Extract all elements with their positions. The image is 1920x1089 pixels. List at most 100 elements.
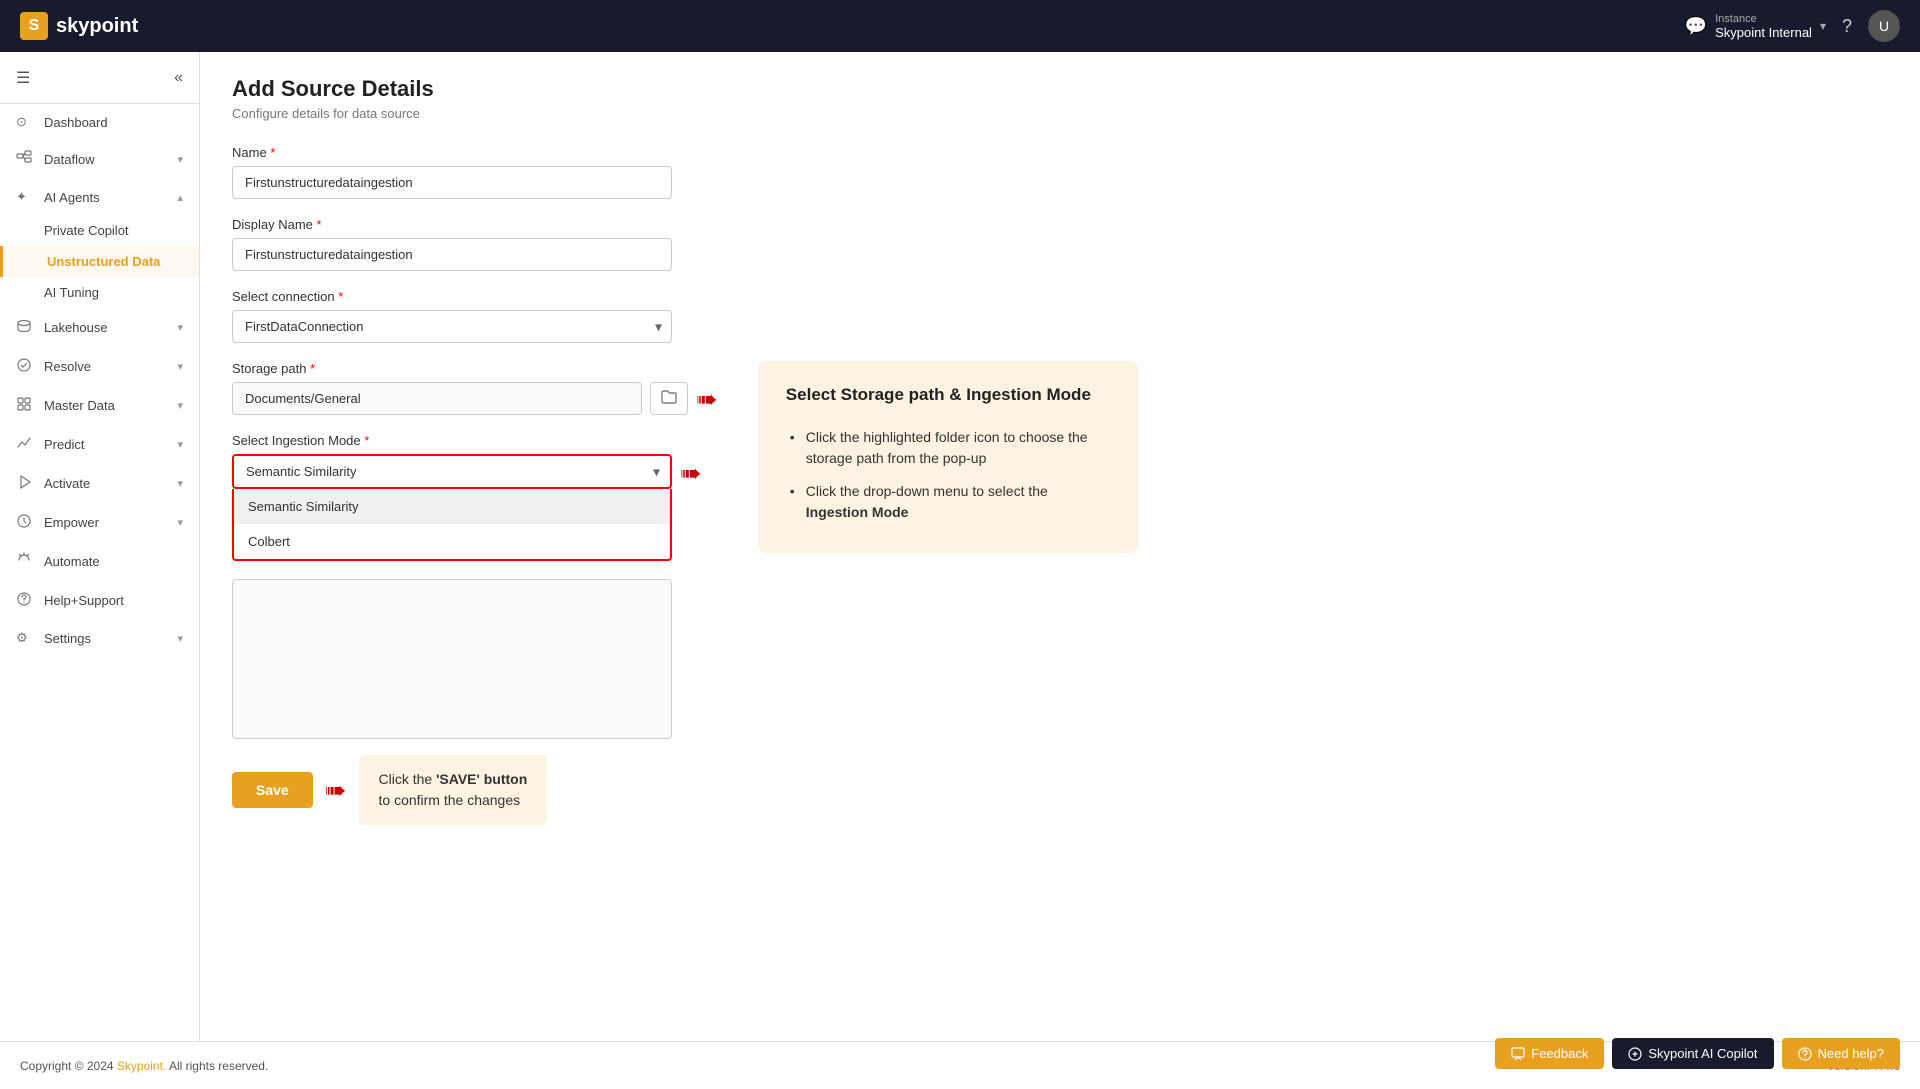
hint-bullet-2-bold: Ingestion Mode [806,504,909,520]
sidebar-item-empower[interactable]: Empower ▾ [0,503,199,542]
sidebar-menu-icon[interactable]: ☰ [16,68,30,88]
predict-icon [16,435,34,454]
sidebar-item-settings[interactable]: ⚙ Settings ▾ [0,620,199,656]
topbar: S skypoint 💬 Instance Skypoint Internal … [0,0,1920,52]
sidebar-item-label: Dashboard [44,115,108,130]
resolve-chevron: ▾ [177,360,183,373]
logo-name: skypoint [56,15,138,38]
form-column: Storage path * ➠ Select [232,361,718,825]
ai-agents-chevron: ▴ [177,191,183,204]
empower-icon [16,513,34,532]
extra-content-area [232,579,672,739]
content-area: Add Source Details Configure details for… [200,52,1920,1041]
name-input[interactable] [232,166,672,199]
save-tooltip: Click the 'SAVE' buttonto confirm the ch… [359,755,548,825]
storage-path-input[interactable] [232,382,642,415]
sidebar-sub-item-private-copilot[interactable]: Private Copilot [0,215,199,246]
ingestion-mode-arrow: ➠ [680,460,702,486]
name-form-group: Name * [232,145,1888,199]
display-name-form-group: Display Name * [232,217,1888,271]
copilot-icon [1628,1047,1642,1061]
page-title: Add Source Details [232,76,1888,102]
storage-path-form-group: Storage path * ➠ [232,361,718,415]
sidebar-item-help-support[interactable]: Help+Support [0,581,199,620]
resolve-icon [16,357,34,376]
hint-bullet-2: Click the drop-down menu to select the I… [786,475,1110,529]
lakehouse-icon [16,318,34,337]
instance-label: Instance [1715,13,1812,25]
master-data-icon [16,396,34,415]
predict-chevron: ▾ [177,438,183,451]
page-subtitle: Configure details for data source [232,106,1888,121]
connection-label: Select connection * [232,289,1888,304]
sidebar-sub-item-ai-tuning[interactable]: AI Tuning [0,277,199,308]
storage-path-row: ➠ [232,382,718,415]
ingestion-mode-label: Select Ingestion Mode * [232,433,718,448]
storage-path-label: Storage path * [232,361,718,376]
folder-browse-button[interactable] [650,382,688,415]
feedback-icon [1511,1047,1525,1061]
sidebar-item-activate[interactable]: Activate ▾ [0,464,199,503]
unstructured-data-label: Unstructured Data [47,254,160,269]
automate-label: Automate [44,554,100,569]
topbar-logo: S skypoint [20,12,138,40]
sidebar-item-resolve[interactable]: Resolve ▾ [0,347,199,386]
dataflow-chevron: ▾ [177,153,183,166]
instance-selector[interactable]: 💬 Instance Skypoint Internal ▾ [1685,13,1826,40]
help-support-label: Help+Support [44,593,124,608]
hint-title: Select Storage path & Ingestion Mode [786,385,1110,405]
hint-bullets: Click the highlighted folder icon to cho… [786,421,1110,529]
ingestion-mode-form-group: Select Ingestion Mode * Semantic Similar… [232,433,718,561]
activate-chevron: ▾ [177,477,183,490]
brand-link[interactable]: Skypoint. [117,1059,166,1073]
need-help-label: Need help? [1818,1046,1885,1061]
save-tooltip-bold: 'SAVE' button [436,771,527,787]
need-help-icon [1798,1047,1812,1061]
main-layout: ☰ « ⊙ Dashboard Dataflow ▾ ✦ AI Agents ▴… [0,52,1920,1041]
hint-bullet-1: Click the highlighted folder icon to cho… [786,421,1110,475]
ingestion-mode-select[interactable]: Semantic Similarity Colbert [234,456,670,487]
dropdown-option-colbert[interactable]: Colbert [234,524,670,559]
sidebar-item-predict[interactable]: Predict ▾ [0,425,199,464]
display-name-input[interactable] [232,238,672,271]
copilot-button[interactable]: Skypoint AI Copilot [1612,1038,1773,1069]
activate-icon [16,474,34,493]
sidebar-collapse-icon[interactable]: « [174,69,183,87]
sidebar-item-dashboard[interactable]: ⊙ Dashboard [0,104,199,140]
sidebar-item-ai-agents[interactable]: ✦ AI Agents ▴ [0,179,199,215]
sidebar-item-master-data[interactable]: Master Data ▾ [0,386,199,425]
avatar[interactable]: U [1868,10,1900,42]
help-support-icon [16,591,34,610]
sidebar-item-lakehouse[interactable]: Lakehouse ▾ [0,308,199,347]
connection-form-group: Select connection * FirstDataConnection … [232,289,1888,343]
resolve-label: Resolve [44,359,91,374]
help-icon[interactable]: ? [1842,16,1852,37]
dashboard-icon: ⊙ [16,114,34,130]
dropdown-option-semantic-similarity[interactable]: Semantic Similarity [234,489,670,524]
activate-label: Activate [44,476,90,491]
connection-select[interactable]: FirstDataConnection [232,310,672,343]
private-copilot-label: Private Copilot [44,223,129,238]
sidebar-item-dataflow[interactable]: Dataflow ▾ [0,140,199,179]
empower-label: Empower [44,515,99,530]
feedback-button[interactable]: Feedback [1495,1038,1604,1069]
sidebar-sub-item-unstructured-data[interactable]: Unstructured Data [0,246,199,277]
save-button[interactable]: Save [232,772,313,808]
ingestion-mode-select-wrapper: Semantic Similarity Colbert ▾ [232,454,672,489]
predict-label: Predict [44,437,84,452]
save-arrow: ➠ [325,777,347,803]
lakehouse-chevron: ▾ [177,321,183,334]
logo-s-icon: S [20,12,48,40]
sidebar-item-automate[interactable]: Automate [0,542,199,581]
automate-icon [16,552,34,571]
master-data-chevron: ▾ [177,399,183,412]
topbar-right: 💬 Instance Skypoint Internal ▾ ? U [1685,10,1900,42]
master-data-label: Master Data [44,398,115,413]
need-help-button[interactable]: Need help? [1782,1038,1901,1069]
sidebar: ☰ « ⊙ Dashboard Dataflow ▾ ✦ AI Agents ▴… [0,52,200,1041]
storage-path-arrow: ➠ [696,386,718,412]
instance-name: Skypoint Internal [1715,25,1812,40]
ai-agents-icon: ✦ [16,189,34,205]
sidebar-dataflow-label: Dataflow [44,152,95,167]
ingestion-mode-dropdown: Semantic Similarity Colbert [232,489,672,561]
